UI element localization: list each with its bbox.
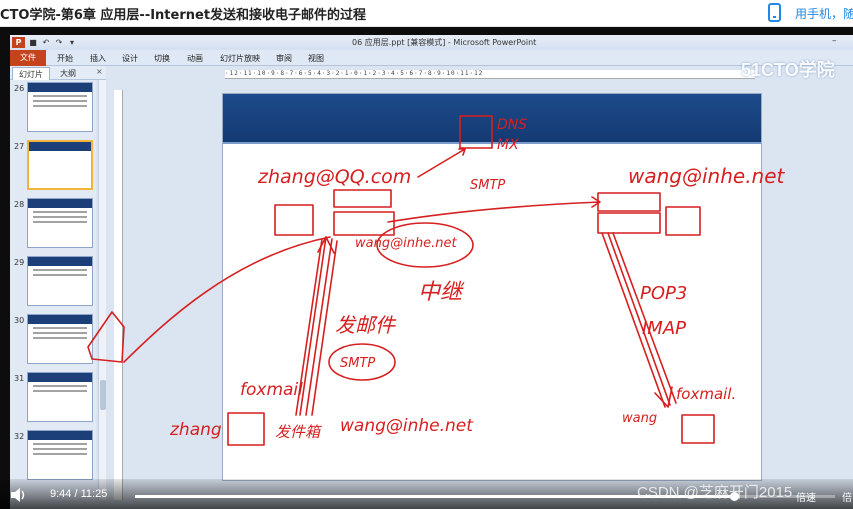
slide-number: 28 bbox=[14, 200, 25, 209]
slide-thumbnail[interactable] bbox=[27, 372, 93, 422]
slide-number: 32 bbox=[14, 432, 25, 441]
slide-thumbnails: 26 27 28 29 30 31 32 bbox=[10, 80, 96, 500]
slide-band-divider bbox=[223, 142, 761, 144]
ribbon-tab-animations[interactable]: 动画 bbox=[187, 53, 203, 64]
thumbnail-scrollbar[interactable] bbox=[98, 80, 106, 500]
tab-outline[interactable]: 大纲 bbox=[54, 67, 82, 80]
redo-icon[interactable]: ↷ bbox=[54, 38, 64, 48]
slide-thumbnail[interactable] bbox=[27, 198, 93, 248]
ribbon-tab-slideshow[interactable]: 幻灯片放映 bbox=[220, 53, 260, 64]
slide-number: 31 bbox=[14, 374, 25, 383]
duration: 11:25 bbox=[80, 488, 108, 500]
horizontal-ruler: ·12·11·10·9·8·7·6·5·4·3·2·1·0·1·2·3·4·5·… bbox=[225, 70, 755, 79]
ribbon-tab-insert[interactable]: 插入 bbox=[90, 53, 106, 64]
slide-number: 27 bbox=[14, 142, 25, 151]
slide-thumbnail-selected[interactable] bbox=[27, 140, 93, 190]
ribbon-tab-home[interactable]: 开始 bbox=[57, 53, 73, 64]
powerpoint-logo-icon: P bbox=[12, 37, 25, 48]
slide-number: 30 bbox=[14, 316, 25, 325]
volume-icon[interactable] bbox=[10, 487, 28, 503]
save-icon[interactable]: ■ bbox=[28, 38, 38, 48]
ratio-button[interactable]: 倍 bbox=[842, 489, 852, 504]
time-separator: / bbox=[74, 488, 78, 500]
mobile-phone-icon[interactable] bbox=[768, 3, 781, 22]
ppt-window-title: 06 应用层.ppt [兼容模式] - Microsoft PowerPoint bbox=[352, 38, 537, 47]
ppt-titlebar: P ■ ↶ ↷ ▾ 06 应用层.ppt [兼容模式] - Microsoft … bbox=[10, 35, 853, 50]
powerpoint-window: P ■ ↶ ↷ ▾ 06 应用层.ppt [兼容模式] - Microsoft … bbox=[10, 35, 853, 509]
minimize-icon[interactable]: – bbox=[832, 36, 837, 46]
mobile-watch-link[interactable]: 用手机，随 bbox=[795, 5, 853, 22]
quick-access-toolbar: P ■ ↶ ↷ ▾ bbox=[12, 37, 77, 48]
video-player[interactable]: P ■ ↶ ↷ ▾ 06 应用层.ppt [兼容模式] - Microsoft … bbox=[0, 27, 853, 509]
page-title: CTO学院-第6章 应用层--Internet发送和接收电子邮件的过程 bbox=[0, 8, 367, 23]
slide-thumbnail[interactable] bbox=[27, 430, 93, 480]
slide-thumbnail[interactable] bbox=[27, 256, 93, 306]
ribbon-tab-view[interactable]: 视图 bbox=[308, 53, 324, 64]
csdn-watermark: CSDN @芝麻开门2015 bbox=[637, 484, 793, 501]
close-panel-icon[interactable]: × bbox=[96, 67, 103, 76]
slide-thumbnail[interactable] bbox=[27, 82, 93, 132]
speed-button[interactable]: 倍速 bbox=[796, 489, 816, 504]
ribbon-tab-review[interactable]: 审阅 bbox=[276, 53, 292, 64]
page-header: CTO学院-第6章 应用层--Internet发送和接收电子邮件的过程 用手机，… bbox=[0, 0, 853, 27]
customize-icon[interactable]: ▾ bbox=[67, 38, 77, 48]
current-time: 9:44 bbox=[50, 488, 72, 500]
ribbon: 文件 开始 插入 设计 切换 动画 幻灯片放映 审阅 视图 bbox=[10, 50, 853, 66]
watermark-logo: 51CTO学院 bbox=[741, 60, 835, 80]
scrollbar-thumb[interactable] bbox=[100, 380, 106, 410]
slide-number: 26 bbox=[14, 84, 25, 93]
slide-thumbnail[interactable] bbox=[27, 314, 93, 364]
ribbon-tab-file[interactable]: 文件 bbox=[10, 50, 46, 66]
slide-title-band bbox=[223, 94, 761, 142]
vertical-ruler bbox=[114, 90, 123, 500]
slide-canvas bbox=[222, 93, 762, 481]
undo-icon[interactable]: ↶ bbox=[41, 38, 51, 48]
slide-number: 29 bbox=[14, 258, 25, 267]
slide-panel-tabs: 幻灯片 大纲 × bbox=[10, 66, 106, 81]
player-controls: 9:44 / 11:25 CSDN @芝麻开门2015 倍速 倍 bbox=[0, 479, 853, 509]
ribbon-tab-design[interactable]: 设计 bbox=[122, 53, 138, 64]
tab-slides[interactable]: 幻灯片 bbox=[12, 67, 50, 81]
ribbon-tab-transitions[interactable]: 切换 bbox=[154, 53, 170, 64]
time-display: 9:44 / 11:25 bbox=[50, 488, 107, 500]
